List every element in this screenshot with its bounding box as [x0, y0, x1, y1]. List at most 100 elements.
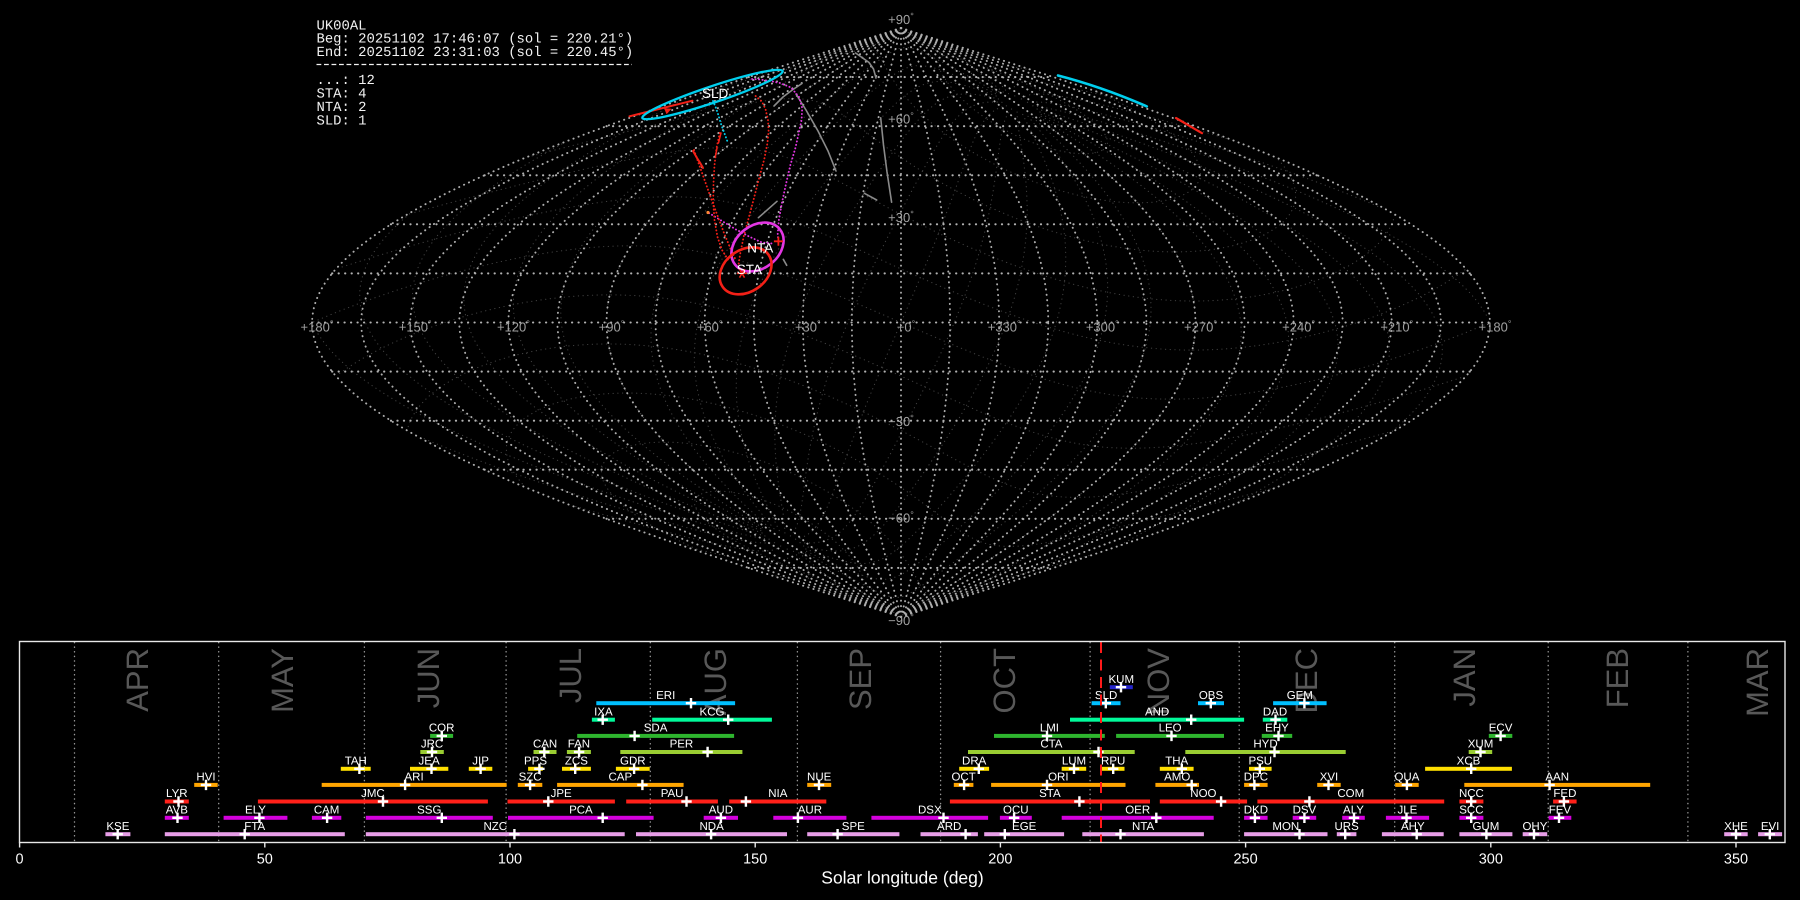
svg-text:EGE: EGE: [1012, 821, 1037, 833]
svg-text:AUR: AUR: [798, 805, 822, 817]
svg-text:FEB: FEB: [1600, 648, 1635, 708]
svg-text:OHY: OHY: [1522, 821, 1547, 833]
svg-text:JUL: JUL: [553, 648, 588, 703]
svg-text:DAD: DAD: [1263, 706, 1287, 718]
svg-text:XUM: XUM: [1468, 739, 1494, 751]
svg-text:AAN: AAN: [1545, 772, 1569, 784]
svg-text:LYR: LYR: [166, 788, 188, 800]
svg-text:DSV: DSV: [1293, 805, 1317, 817]
svg-text:PER: PER: [670, 739, 694, 751]
svg-text:SPE: SPE: [842, 821, 865, 833]
svg-text:STA: STA: [737, 262, 762, 277]
svg-text:JIP: JIP: [472, 756, 489, 768]
svg-text:200: 200: [988, 852, 1012, 868]
svg-text:QUA: QUA: [1394, 772, 1419, 784]
svg-text:DKD: DKD: [1244, 805, 1268, 817]
svg-text:HYD: HYD: [1253, 739, 1277, 751]
svg-text:NZC: NZC: [483, 821, 507, 833]
svg-text:SLD: SLD: [1095, 690, 1117, 702]
svg-text:Solar longitude (deg): Solar longitude (deg): [821, 868, 983, 888]
svg-text:GDR: GDR: [620, 756, 646, 768]
svg-text:XVI: XVI: [1320, 772, 1339, 784]
svg-text:+210°: +210°: [1380, 319, 1413, 335]
svg-text:SDA: SDA: [644, 723, 668, 735]
svg-text:SLD: 1: SLD: 1: [317, 114, 367, 130]
svg-text:KCG: KCG: [700, 706, 725, 718]
svg-text:DPC: DPC: [1244, 772, 1268, 784]
svg-text:FED: FED: [1553, 788, 1576, 800]
svg-text:GUM: GUM: [1472, 821, 1499, 833]
svg-text:DSX: DSX: [918, 805, 942, 817]
svg-text:AVB: AVB: [166, 805, 188, 817]
svg-text:DRA: DRA: [962, 756, 987, 768]
svg-text:PSU: PSU: [1248, 756, 1272, 768]
svg-text:ARD: ARD: [937, 821, 961, 833]
svg-text:GEM: GEM: [1287, 690, 1313, 702]
svg-text:COR: COR: [429, 723, 455, 735]
svg-text:FAN: FAN: [568, 739, 590, 751]
svg-text:ORI: ORI: [1048, 772, 1068, 784]
svg-text:KUM: KUM: [1109, 674, 1135, 686]
svg-text:NTA: NTA: [1132, 821, 1154, 833]
svg-text:APR: APR: [120, 648, 155, 712]
svg-text:+300°: +300°: [1086, 319, 1119, 335]
svg-text:IXA: IXA: [594, 706, 613, 718]
svg-text:THA: THA: [1165, 756, 1188, 768]
svg-text:+150°: +150°: [399, 319, 432, 335]
svg-text:FTA: FTA: [244, 821, 265, 833]
svg-text:ZCS: ZCS: [565, 756, 588, 768]
svg-text:JUN: JUN: [411, 648, 446, 708]
svg-text:100: 100: [498, 852, 522, 868]
svg-text:PCA: PCA: [569, 805, 593, 817]
svg-text:PPS: PPS: [524, 756, 547, 768]
svg-text:TAH: TAH: [345, 756, 367, 768]
svg-text:JPE: JPE: [551, 788, 572, 800]
svg-text:CAN: CAN: [533, 739, 557, 751]
svg-text:ECV: ECV: [1489, 723, 1513, 735]
svg-text:LEO: LEO: [1159, 723, 1182, 735]
svg-text:HVI: HVI: [196, 772, 215, 784]
svg-text:ALY: ALY: [1343, 805, 1364, 817]
svg-text:JEA: JEA: [419, 756, 440, 768]
svg-text:OCT: OCT: [951, 772, 975, 784]
svg-text:NCC: NCC: [1459, 788, 1484, 800]
svg-text:0: 0: [16, 852, 24, 868]
svg-text:FEV: FEV: [1549, 805, 1572, 817]
svg-text:SCC: SCC: [1459, 805, 1483, 817]
svg-text:OER: OER: [1125, 805, 1150, 817]
svg-text:ARI: ARI: [405, 772, 424, 784]
svg-text:OBS: OBS: [1199, 690, 1224, 702]
svg-text:LMI: LMI: [1040, 723, 1059, 735]
svg-text:CAP: CAP: [608, 772, 632, 784]
svg-text:STA: STA: [1039, 788, 1061, 800]
svg-text:JLE: JLE: [1397, 805, 1417, 817]
svg-text:LUM: LUM: [1062, 756, 1086, 768]
svg-text:AMO: AMO: [1164, 772, 1190, 784]
svg-text:CTA: CTA: [1040, 739, 1062, 751]
svg-text:250: 250: [1233, 852, 1257, 868]
svg-text:SZC: SZC: [519, 772, 542, 784]
svg-text:COM: COM: [1337, 788, 1364, 800]
svg-text:+240°: +240°: [1282, 319, 1315, 335]
svg-text:AUD: AUD: [709, 805, 733, 817]
svg-text:150: 150: [743, 852, 767, 868]
svg-text:NDA: NDA: [699, 821, 724, 833]
svg-text:ELY: ELY: [245, 805, 266, 817]
svg-text:SSG: SSG: [417, 805, 441, 817]
svg-text:OCT: OCT: [987, 648, 1022, 714]
svg-text:AND: AND: [1145, 706, 1169, 718]
svg-text:NOO: NOO: [1190, 788, 1216, 800]
svg-text:End: 20251102 23:31:03 (sol =: End: 20251102 23:31:03 (sol = 220.45°): [317, 45, 634, 61]
svg-text:+270°: +270°: [1184, 319, 1217, 335]
svg-text:NUE: NUE: [807, 772, 832, 784]
svg-text:50: 50: [257, 852, 273, 868]
svg-text:EHY: EHY: [1265, 723, 1289, 735]
svg-text:MON: MON: [1272, 821, 1299, 833]
svg-text:NTA: NTA: [747, 241, 773, 256]
svg-text:+180°: +180°: [301, 319, 334, 335]
svg-text:MAR: MAR: [1740, 648, 1775, 717]
svg-text:JRC: JRC: [421, 739, 443, 751]
svg-text:XCB: XCB: [1457, 756, 1481, 768]
svg-text:NOV: NOV: [1141, 648, 1176, 716]
svg-text:AHY: AHY: [1401, 821, 1425, 833]
